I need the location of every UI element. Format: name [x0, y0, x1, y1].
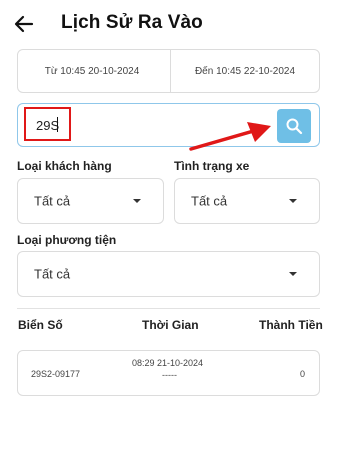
- column-header-time: Thời Gian: [142, 318, 199, 332]
- page-title: Lịch Sử Ra Vào: [61, 12, 203, 33]
- column-header-plate: Biển Số: [18, 318, 63, 332]
- vehicle-status-label: Tình trạng xe: [174, 159, 250, 173]
- row-time-out: -----: [162, 370, 177, 380]
- text-caret: [57, 117, 58, 132]
- search-icon: [286, 118, 303, 135]
- plate-search-input[interactable]: [28, 111, 278, 139]
- column-header-amount: Thành Tiền: [259, 318, 323, 332]
- search-box: [17, 103, 320, 147]
- chevron-down-icon: [289, 272, 297, 276]
- app-header: Lịch Sử Ra Vào: [0, 0, 337, 50]
- date-from-field[interactable]: Từ 10:45 20-10-2024: [18, 50, 171, 92]
- date-to-field[interactable]: Đến 10:45 22-10-2024: [171, 50, 319, 92]
- row-time-in: 08:29 21-10-2024: [132, 358, 204, 368]
- row-plate: 29S2-09177: [31, 369, 81, 379]
- history-screen: Lịch Sử Ra Vào Từ 10:45 20-10-2024 Đến 1…: [0, 0, 337, 459]
- vehicle-type-value: Tất cả: [34, 266, 71, 282]
- vehicle-type-select[interactable]: Tất cả: [17, 251, 320, 297]
- table-row[interactable]: 29S2-09177 08:29 21-10-2024 ----- 0: [17, 350, 320, 396]
- chevron-down-icon: [289, 199, 297, 203]
- chevron-down-icon: [133, 199, 141, 203]
- back-button[interactable]: [12, 12, 36, 36]
- vehicle-status-value: Tất cả: [191, 193, 228, 209]
- customer-type-select[interactable]: Tất cả: [17, 178, 164, 224]
- date-range-picker: Từ 10:45 20-10-2024 Đến 10:45 22-10-2024: [17, 49, 320, 93]
- customer-type-label: Loại khách hàng: [17, 159, 112, 173]
- row-amount: 0: [300, 369, 306, 379]
- vehicle-type-label: Loại phương tiện: [17, 233, 117, 247]
- search-button[interactable]: [277, 109, 311, 143]
- divider: [17, 308, 320, 309]
- vehicle-status-select[interactable]: Tất cả: [174, 178, 320, 224]
- customer-type-value: Tất cả: [34, 193, 71, 209]
- arrow-left-icon: [14, 15, 34, 33]
